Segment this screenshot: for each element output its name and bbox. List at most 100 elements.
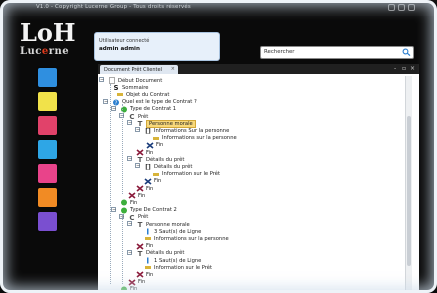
- user-name: admin admin: [99, 46, 140, 52]
- tab-bar: Document Prêt Clientel × - ▫ ×: [98, 64, 419, 74]
- tree-node-label: Fin: [146, 149, 154, 156]
- bar-icon: [145, 237, 151, 241]
- document-panel: Document Prêt Clientel × - ▫ × − Début Do…: [98, 64, 419, 293]
- bar-icon: [153, 172, 159, 176]
- line-icon: [147, 257, 149, 264]
- svg-text:T: T: [138, 120, 143, 127]
- s-icon: S: [113, 84, 118, 91]
- user-label: Utilisateur connecté: [99, 38, 150, 44]
- t-icon: T: [138, 156, 143, 163]
- tree-node-label: Fin: [156, 142, 164, 149]
- tab-document[interactable]: Document Prêt Clientel ×: [100, 65, 178, 74]
- x-icon: [128, 278, 136, 286]
- logo-sub-suffix: rne: [48, 46, 70, 57]
- tree-node-label: Détails du prêt: [154, 163, 193, 170]
- bar-icon: [117, 93, 123, 97]
- x-icon: [136, 242, 144, 250]
- tree-node-label: Fin: [146, 185, 154, 192]
- tree-toggle[interactable]: −: [103, 98, 108, 104]
- tree-node-label: 3 Saut(s) de Ligne: [154, 228, 202, 235]
- logo-sub-prefix: Luc: [20, 46, 42, 57]
- search-placeholder: Rechercher: [264, 49, 295, 55]
- svg-text:[]: []: [145, 164, 151, 170]
- tree-node-label: Personne morale: [146, 221, 190, 228]
- tree-node-label: Type de Contrat 1: [130, 106, 177, 113]
- c-icon: C: [129, 113, 134, 120]
- tree-node-label: Prêt: [138, 214, 149, 221]
- bar-icon: [145, 266, 151, 270]
- line-icon: [147, 228, 149, 235]
- tree-node-label: Quel est le type de Contrat ?: [122, 99, 197, 106]
- tree-node-label: Fin: [146, 243, 154, 250]
- svg-text:T: T: [138, 156, 143, 163]
- tree-node-label: Type De Contrat 2: [130, 207, 177, 214]
- scrollbar-thumb[interactable]: [407, 116, 411, 266]
- panel-restore-icon[interactable]: ▫: [402, 65, 406, 72]
- tab-label: Document Prêt Clientel: [104, 66, 162, 73]
- close-button[interactable]: [408, 4, 415, 11]
- window-icon[interactable]: [38, 68, 57, 87]
- tree-toggle[interactable]: −: [135, 163, 140, 169]
- list-icon[interactable]: [38, 116, 57, 135]
- tree-node-label: Informations Sur la personne: [154, 127, 230, 134]
- application-window: V1.0 - Copyright Lucerne Group - Tous dr…: [0, 0, 437, 293]
- t-icon: T: [138, 250, 143, 257]
- tree-node-label: Fin: [130, 199, 138, 206]
- tree-toggle[interactable]: −: [99, 77, 104, 83]
- x-icon: [136, 149, 144, 156]
- tree-toggle[interactable]: −: [127, 156, 132, 162]
- tree-node-label: Fin: [146, 271, 154, 278]
- green-circle-icon: [121, 207, 127, 214]
- tree-node-label: Détails du prêt: [146, 250, 185, 257]
- minimize-button[interactable]: [388, 4, 395, 11]
- svg-text:[]: []: [145, 128, 151, 134]
- x-icon: [144, 178, 152, 185]
- user-info-box: Utilisateur connecté admin admin: [94, 32, 220, 61]
- tree-node-label: Fin: [154, 178, 162, 185]
- tools-icon[interactable]: [38, 188, 57, 207]
- tag-icon[interactable]: [38, 140, 57, 159]
- users-icon[interactable]: [38, 164, 57, 183]
- panel-minimize-icon[interactable]: -: [394, 65, 396, 72]
- gear-icon[interactable]: [38, 212, 57, 231]
- doc-icon: [109, 77, 115, 84]
- document-icon[interactable]: [38, 92, 57, 111]
- x-icon: [146, 142, 154, 149]
- tree-toggle[interactable]: −: [111, 105, 116, 111]
- search-icon[interactable]: [402, 48, 411, 56]
- app-logo: LoH Lucerne: [20, 20, 92, 64]
- tab-close-icon[interactable]: ×: [171, 66, 175, 72]
- tree-node-label: Fin: [130, 286, 138, 293]
- loop-icon: []: [145, 164, 151, 170]
- question-icon: ?: [113, 99, 119, 106]
- tree-node-label: Information sur le Prêt: [162, 171, 221, 178]
- maximize-button[interactable]: [398, 4, 405, 11]
- tree-node-label: Fin: [138, 192, 146, 199]
- x-icon: [136, 185, 144, 192]
- sidebar: [30, 68, 64, 236]
- c-icon: C: [129, 214, 134, 221]
- tree-toggle[interactable]: −: [135, 127, 140, 133]
- tree-toggle[interactable]: −: [127, 221, 132, 227]
- tree-toggle[interactable]: −: [127, 249, 132, 255]
- panel-close-icon[interactable]: ×: [410, 65, 415, 72]
- green-circle-icon: [121, 286, 127, 293]
- window-title: V1.0 - Copyright Lucerne Group - Tous dr…: [36, 4, 191, 10]
- search-input[interactable]: Rechercher: [260, 46, 414, 59]
- svg-text:?: ?: [115, 100, 118, 106]
- logo-main: LoH: [20, 18, 76, 47]
- vertical-scrollbar[interactable]: [405, 76, 412, 293]
- bar-icon: [153, 136, 159, 140]
- tree-node-label: Début Document: [118, 77, 163, 84]
- svg-text:T: T: [138, 250, 143, 257]
- tree-toggle[interactable]: −: [111, 206, 116, 212]
- svg-text:S: S: [113, 84, 118, 91]
- tree-connector: [122, 104, 123, 194]
- tree-node-label: Prêt: [138, 113, 149, 120]
- tree-node-label: Information sur le Prêt: [154, 264, 213, 271]
- green-circle-icon: [121, 199, 127, 206]
- tree-connector: [122, 214, 123, 284]
- tree-toggle[interactable]: −: [127, 120, 132, 126]
- tree-node-label: Personne morale: [146, 119, 196, 128]
- t-icon: T: [138, 120, 143, 127]
